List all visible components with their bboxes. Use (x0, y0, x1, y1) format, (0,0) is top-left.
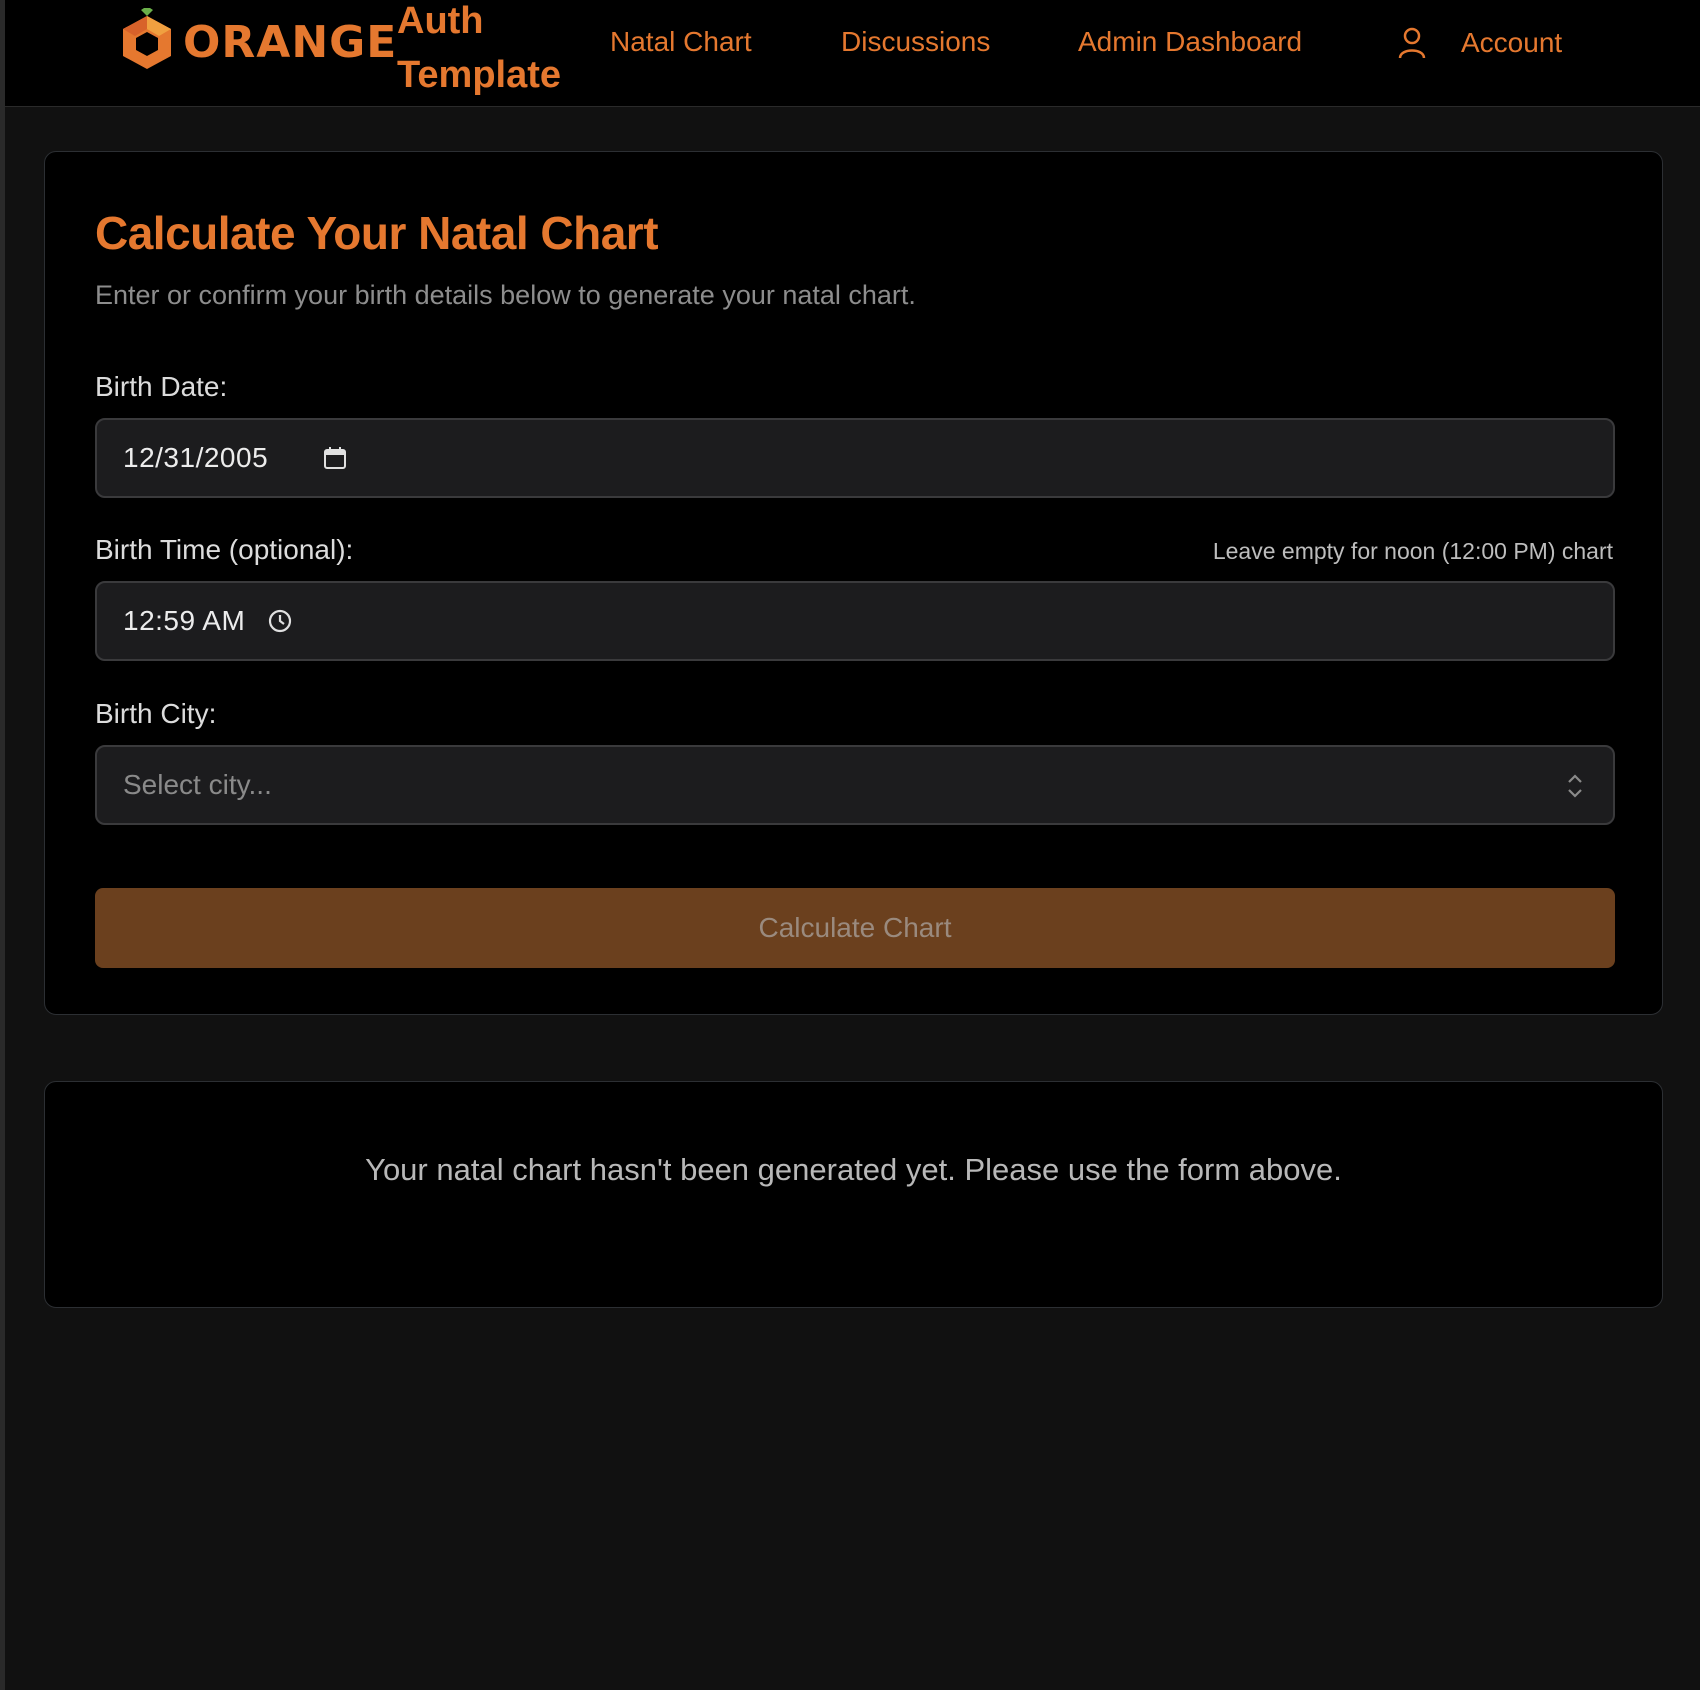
calculate-chart-button[interactable]: Calculate Chart (95, 888, 1615, 968)
brand-line-1: Auth (397, 0, 484, 42)
brand-title[interactable]: Auth Template (397, 0, 597, 102)
chevron-up-down-icon (1568, 774, 1582, 798)
account-menu[interactable]: Account (1397, 26, 1562, 60)
birth-date-label: Birth Date: (95, 371, 228, 402)
nav-link-admin-dashboard[interactable]: Admin Dashboard (1078, 26, 1302, 58)
form-title: Calculate Your Natal Chart (95, 207, 659, 259)
orange-hexagon-icon (123, 8, 171, 69)
top-navbar: ORANGE Auth Template Natal Chart Discuss… (5, 0, 1700, 107)
birth-time-label: Birth Time (optional): (95, 534, 354, 565)
window-edge (0, 0, 5, 1690)
brand-line-2: Template (397, 54, 562, 96)
user-icon (1398, 27, 1426, 59)
clock-icon[interactable] (267, 608, 293, 634)
orange-logo[interactable]: ORANGE (117, 8, 397, 76)
birth-city-placeholder: Select city... (123, 769, 272, 800)
chart-result-card: Your natal chart hasn't been generated y… (44, 1081, 1663, 1308)
calendar-icon[interactable] (322, 445, 348, 471)
logo-wordmark: ORANGE (183, 16, 398, 68)
birth-time-value: 12:59 AM (123, 605, 246, 636)
natal-chart-form-card: Calculate Your Natal Chart Enter or conf… (44, 151, 1663, 1015)
empty-state-message: Your natal chart hasn't been generated y… (365, 1152, 1342, 1187)
birth-city-label: Birth City: (95, 698, 217, 729)
birth-date-input[interactable]: 12/31/2005 (95, 418, 1615, 498)
birth-city-select[interactable]: Select city... (95, 745, 1615, 825)
nav-link-natal-chart[interactable]: Natal Chart (610, 26, 752, 58)
nav-link-discussions[interactable]: Discussions (841, 26, 990, 58)
birth-time-hint: Leave empty for noon (12:00 PM) chart (1212, 538, 1613, 564)
birth-date-value: 12/31/2005 (123, 442, 269, 473)
birth-time-input[interactable]: 12:59 AM (95, 581, 1615, 661)
account-label: Account (1461, 27, 1563, 58)
form-subtitle: Enter or confirm your birth details belo… (95, 280, 916, 310)
